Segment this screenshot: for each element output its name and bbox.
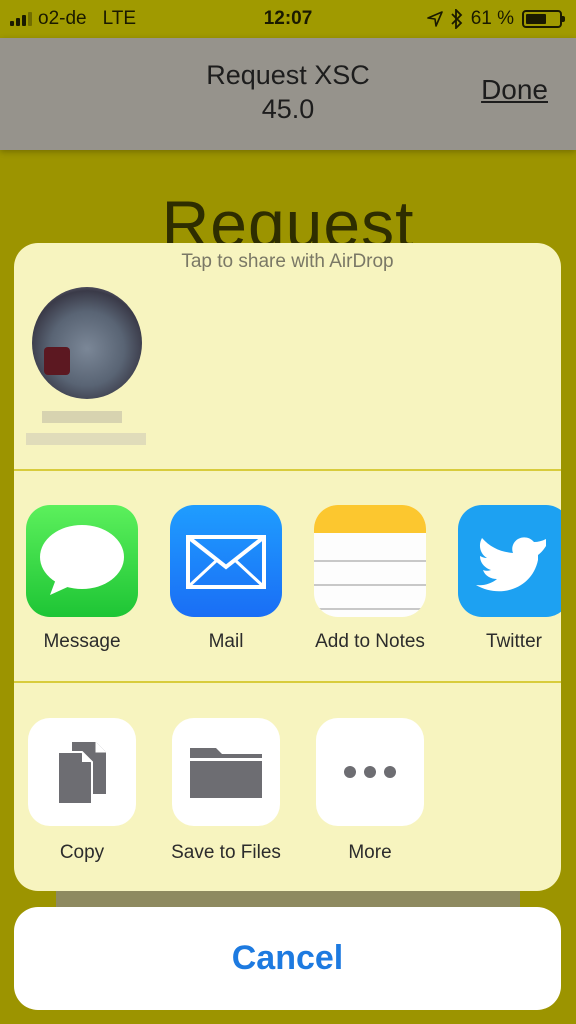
message-icon xyxy=(26,505,138,617)
share-app-mail[interactable]: Mail xyxy=(156,505,296,653)
battery-percent: 61 % xyxy=(470,8,514,29)
action-label: Copy xyxy=(59,842,105,863)
share-sheet: Tap to share with AirDrop Message Mail A… xyxy=(14,243,561,891)
action-save-to-files[interactable]: Save to Files xyxy=(156,718,296,864)
share-app-notes[interactable]: Add to Notes xyxy=(300,505,440,653)
contact-name-blurred xyxy=(42,411,122,423)
folder-icon xyxy=(172,718,280,826)
status-bar: o2-de LTE 12:07 61 % xyxy=(0,0,576,38)
share-app-label: Message xyxy=(43,631,121,652)
action-label: More xyxy=(348,842,392,863)
location-arrow-icon xyxy=(426,11,443,27)
notes-icon xyxy=(314,505,426,617)
share-apps-row: Message Mail Add to Notes Twitter xyxy=(14,505,561,675)
airdrop-hint: Tap to share with AirDrop xyxy=(181,251,394,272)
share-app-label: Add to Notes xyxy=(315,631,425,652)
action-more[interactable]: More xyxy=(300,718,440,864)
divider xyxy=(14,681,561,683)
battery-icon xyxy=(522,10,565,28)
background-strip xyxy=(56,891,520,907)
share-app-message[interactable]: Message xyxy=(14,505,152,653)
avatar xyxy=(32,287,142,399)
bluetooth-icon xyxy=(451,9,462,29)
share-app-label: Twitter xyxy=(486,631,542,652)
airdrop-contact[interactable] xyxy=(22,283,154,473)
mail-icon xyxy=(170,505,282,617)
done-button[interactable]: Done xyxy=(481,74,548,106)
action-copy[interactable]: Copy xyxy=(14,718,152,864)
share-actions-row: Copy Save to Files More xyxy=(14,718,561,878)
share-app-twitter[interactable]: Twitter xyxy=(444,505,561,653)
twitter-icon xyxy=(458,505,561,617)
share-app-label: Mail xyxy=(208,631,244,652)
copy-icon xyxy=(28,718,136,826)
nav-bar: Request XSC 45.0 Done xyxy=(0,38,576,150)
status-icons: 61 % xyxy=(426,8,565,30)
contact-device-blurred xyxy=(26,433,146,445)
action-label: Save to Files xyxy=(171,842,281,863)
divider xyxy=(14,469,561,471)
more-icon xyxy=(316,718,424,826)
cancel-button[interactable]: Cancel xyxy=(14,907,561,1010)
